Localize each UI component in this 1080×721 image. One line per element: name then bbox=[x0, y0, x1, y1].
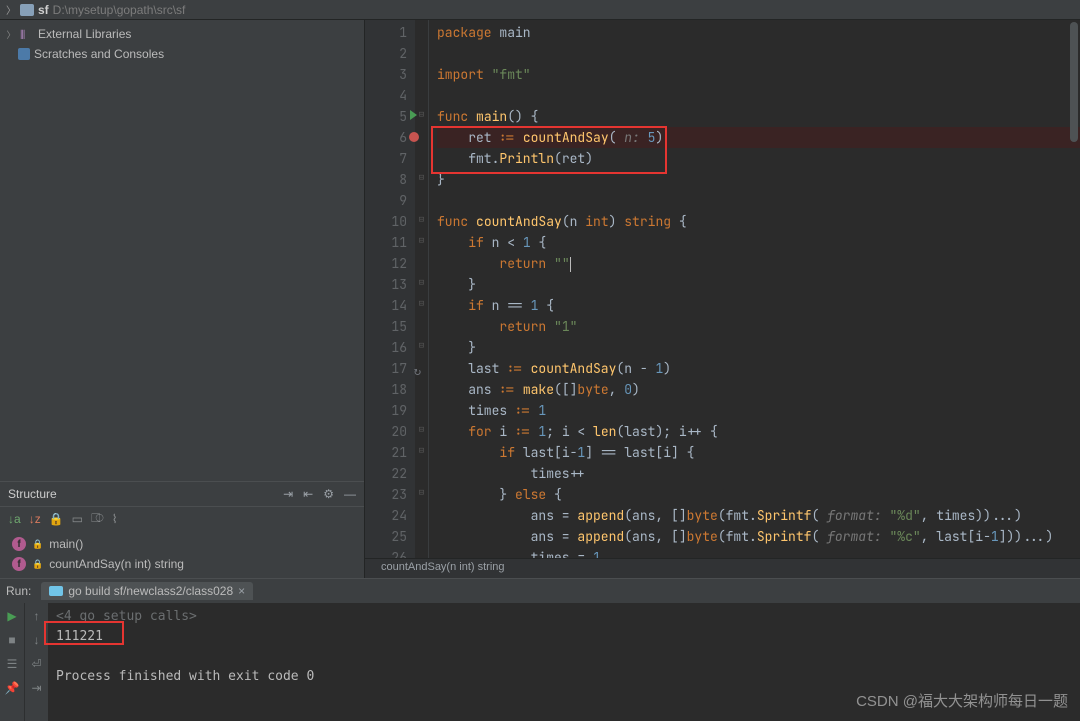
filter-icon[interactable]: ⎄ bbox=[91, 511, 104, 526]
chevron-icon: 〉 bbox=[6, 28, 16, 41]
project-name[interactable]: sf bbox=[38, 3, 49, 17]
go-icon bbox=[49, 586, 63, 596]
run-tab-label: go build sf/newclass2/class028 bbox=[68, 584, 233, 598]
code-line[interactable] bbox=[437, 43, 1080, 64]
chevron-icon: 〉 bbox=[6, 2, 16, 17]
code-line[interactable]: package main bbox=[437, 22, 1080, 43]
code-line[interactable]: return "1" bbox=[437, 316, 1080, 337]
library-icon bbox=[20, 28, 34, 40]
tree-external-libraries[interactable]: 〉 External Libraries bbox=[0, 24, 364, 44]
code-area[interactable]: 1234567891011121314151617↻18192021222324… bbox=[365, 20, 1080, 558]
run-label: Run: bbox=[6, 584, 31, 598]
sort-za-icon[interactable]: ↓z bbox=[29, 512, 41, 526]
lock-icon[interactable]: 🔒 bbox=[49, 512, 64, 526]
rerun-icon[interactable]: ▶ bbox=[7, 609, 16, 623]
code-line[interactable]: } bbox=[437, 337, 1080, 358]
collapse-all-icon[interactable]: ⇥ bbox=[283, 487, 293, 501]
console-line bbox=[56, 647, 1072, 667]
structure-title: Structure bbox=[8, 487, 57, 501]
scroll-icon[interactable]: ⇥ bbox=[31, 681, 41, 695]
fold-column[interactable]: ⊟⊟⊟⊟⊟⊟⊟⊟⊟⊟ bbox=[415, 20, 429, 558]
gear-icon[interactable]: ⚙ bbox=[323, 487, 334, 501]
project-path: D:\mysetup\gopath\src\sf bbox=[53, 3, 186, 17]
code-line[interactable]: last := countAndSay(n - 1) bbox=[437, 358, 1080, 379]
run-toolbar-primary: ▶ ■ ☰ 📌 bbox=[0, 603, 24, 721]
scrollbar-thumb[interactable] bbox=[1070, 22, 1078, 142]
code-line[interactable]: import "fmt" bbox=[437, 64, 1080, 85]
function-icon: f bbox=[12, 537, 26, 551]
structure-toolbar: ↓a ↓z 🔒 ▭ ⎄ ⌇ bbox=[0, 506, 364, 530]
main-split: 〉 External Libraries Scratches and Conso… bbox=[0, 20, 1080, 578]
left-pane: 〉 External Libraries Scratches and Conso… bbox=[0, 20, 365, 578]
run-header: Run: go build sf/newclass2/class028 × bbox=[0, 579, 1080, 603]
code-lines[interactable]: package main import "fmt" func main() { re… bbox=[429, 20, 1080, 558]
structure-item-label: countAndSay(n int) string bbox=[49, 557, 184, 571]
function-icon: f bbox=[12, 557, 26, 571]
structure-header: Structure ⇥ ⇤ ⚙ — bbox=[0, 481, 364, 506]
code-line[interactable]: ret := countAndSay( n: 5) bbox=[437, 127, 1080, 148]
gutter[interactable]: 1234567891011121314151617↻18192021222324… bbox=[365, 20, 415, 558]
sort-az-icon[interactable]: ↓a bbox=[8, 512, 21, 526]
structure-list[interactable]: f 🔒 main() f 🔒 countAndSay(n int) string bbox=[0, 530, 364, 578]
code-line[interactable]: if n == 1 { bbox=[437, 295, 1080, 316]
code-line[interactable]: if n < 1 { bbox=[437, 232, 1080, 253]
code-line[interactable]: ans = append(ans, []byte(fmt.Sprintf( fo… bbox=[437, 526, 1080, 547]
wrap-icon[interactable]: ⏎ bbox=[31, 657, 41, 671]
code-line[interactable]: times++ bbox=[437, 463, 1080, 484]
tree-item-label: External Libraries bbox=[38, 27, 131, 41]
layout-icon[interactable]: ☰ bbox=[7, 657, 18, 671]
tree-scratches[interactable]: Scratches and Consoles bbox=[0, 44, 364, 64]
code-line[interactable]: if last[i-1] == last[i] { bbox=[437, 442, 1080, 463]
structure-item-main[interactable]: f 🔒 main() bbox=[4, 534, 360, 554]
structure-item-countandsay[interactable]: f 🔒 countAndSay(n int) string bbox=[4, 554, 360, 574]
folder-icon[interactable]: ▭ bbox=[72, 512, 83, 526]
run-panel: Run: go build sf/newclass2/class028 × ▶ … bbox=[0, 578, 1080, 721]
expand-all-icon[interactable]: ⇤ bbox=[303, 487, 313, 501]
project-tree[interactable]: 〉 External Libraries Scratches and Conso… bbox=[0, 20, 364, 72]
code-line[interactable]: return "" bbox=[437, 253, 1080, 274]
close-icon[interactable]: × bbox=[238, 584, 245, 598]
breadcrumb-bar: 〉 sf D:\mysetup\gopath\src\sf bbox=[0, 0, 1080, 20]
minimize-icon[interactable]: — bbox=[344, 487, 356, 501]
code-line[interactable]: ans := make([]byte, 0) bbox=[437, 379, 1080, 400]
structure-item-label: main() bbox=[49, 537, 83, 551]
lock-icon: 🔒 bbox=[32, 539, 43, 550]
code-line[interactable]: times := 1 bbox=[437, 400, 1080, 421]
tree-item-label: Scratches and Consoles bbox=[34, 47, 164, 61]
code-line[interactable] bbox=[437, 190, 1080, 211]
code-line[interactable]: for i := 1; i < len(last); i++ { bbox=[437, 421, 1080, 442]
run-config-tab[interactable]: go build sf/newclass2/class028 × bbox=[41, 582, 253, 600]
folder-icon bbox=[20, 4, 34, 16]
code-line[interactable]: func countAndSay(n int) string { bbox=[437, 211, 1080, 232]
code-line[interactable]: ans = append(ans, []byte(fmt.Sprintf( fo… bbox=[437, 505, 1080, 526]
code-line[interactable]: } bbox=[437, 169, 1080, 190]
tree-empty-area bbox=[0, 72, 364, 481]
console-output[interactable]: <4 go setup calls> 111221 Process finish… bbox=[48, 603, 1080, 721]
pin-icon[interactable]: 📌 bbox=[5, 681, 20, 695]
console-line: 111221 bbox=[56, 627, 1072, 647]
code-line[interactable]: func main() { bbox=[437, 106, 1080, 127]
console-line: Process finished with exit code 0 bbox=[56, 667, 1072, 687]
stop-icon[interactable]: ■ bbox=[8, 633, 15, 647]
lock-icon: 🔒 bbox=[32, 559, 43, 570]
code-line[interactable]: } bbox=[437, 274, 1080, 295]
code-line[interactable]: times = 1 bbox=[437, 547, 1080, 558]
scratches-icon bbox=[18, 48, 30, 60]
down-icon[interactable]: ↓ bbox=[34, 633, 40, 647]
up-icon[interactable]: ↑ bbox=[34, 609, 40, 623]
console-line: <4 go setup calls> bbox=[56, 607, 1072, 627]
code-line[interactable]: fmt.Println(ret) bbox=[437, 148, 1080, 169]
code-line[interactable]: } else { bbox=[437, 484, 1080, 505]
editor[interactable]: 1234567891011121314151617↻18192021222324… bbox=[365, 20, 1080, 578]
group-icon[interactable]: ⌇ bbox=[112, 512, 118, 526]
editor-breadcrumb[interactable]: countAndSay(n int) string bbox=[365, 558, 1080, 578]
breadcrumb-text: countAndSay(n int) string bbox=[381, 561, 505, 573]
code-line[interactable] bbox=[437, 85, 1080, 106]
run-toolbar-secondary: ↑ ↓ ⏎ ⇥ bbox=[24, 603, 48, 721]
run-body: ▶ ■ ☰ 📌 ↑ ↓ ⏎ ⇥ <4 go setup calls> 11122… bbox=[0, 603, 1080, 721]
